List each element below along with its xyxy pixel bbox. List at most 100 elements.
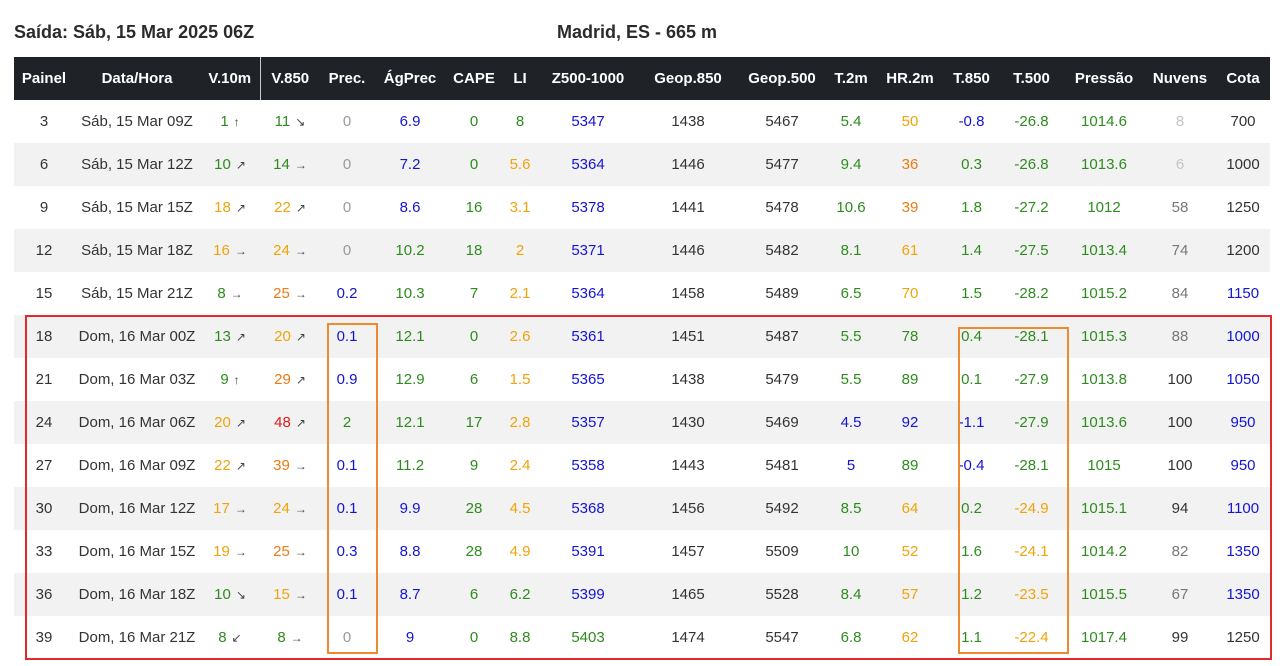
col-geop500[interactable]: Geop.500 (738, 57, 826, 100)
prec-value: 0.1 (336, 457, 358, 474)
col-t2m[interactable]: T.2m (826, 57, 876, 100)
table-row[interactable]: 15 Sáb, 15 Mar 21Z 8 → 25 → 0.2 10.3 7 2.1 5364 145… (14, 272, 1270, 315)
col-geop850[interactable]: Geop.850 (638, 57, 738, 100)
cell-hr: 70 (876, 272, 944, 315)
table-row[interactable]: 33 Dom, 16 Mar 15Z 19 → 25 → 0.3 8.8 28 4.9 5391 14… (14, 530, 1270, 573)
col-data-hora[interactable]: Data/Hora (74, 57, 200, 100)
table-row[interactable]: 30 Dom, 16 Mar 12Z 17 → 24 → 0.1 9.9 28 4.5 5368 14… (14, 487, 1270, 530)
cell-geop850: 1446 (638, 229, 738, 272)
cell-hr: 64 (876, 487, 944, 530)
col-agprec[interactable]: ÁgPrec (374, 57, 446, 100)
wind-direction-arrow-icon: → (294, 287, 307, 301)
col-t850[interactable]: T.850 (944, 57, 999, 100)
wind-direction-arrow-icon: ↑ (233, 115, 240, 129)
li-value: 2 (515, 242, 525, 259)
cell-z500: 5371 (538, 229, 638, 272)
cell-v10: 8 → (200, 272, 260, 315)
data-value: Sáb, 15 Mar 15Z (81, 199, 193, 216)
col-li[interactable]: LI (502, 57, 538, 100)
cell-agprec: 10.2 (374, 229, 446, 272)
wind-direction-arrow-icon: → (234, 502, 247, 516)
pressao-value: 1015.5 (1081, 586, 1127, 603)
painel-value: 30 (35, 500, 53, 517)
prec-value: 2 (342, 414, 352, 431)
cell-pressao: 1017.4 (1064, 616, 1144, 659)
hr-value: 92 (901, 414, 919, 431)
table-row[interactable]: 3 Sáb, 15 Mar 09Z 1 ↑ 11 ↘ 0 6.9 0 8 5347 1438 5467 5… (14, 100, 1270, 143)
nuvens-value: 82 (1171, 543, 1189, 560)
agprec-value: 9 (405, 629, 415, 646)
cell-geop500: 5478 (738, 186, 826, 229)
wind-direction-arrow-icon: ↑ (233, 373, 240, 387)
cell-z500: 5357 (538, 401, 638, 444)
col-v10m[interactable]: V.10m (200, 57, 260, 100)
col-z500-1000[interactable]: Z500-1000 (538, 57, 638, 100)
painel-value: 33 (35, 543, 53, 560)
location-title: Madrid, ES - 665 m (557, 22, 718, 42)
agprec-value: 12.1 (395, 414, 425, 431)
v850-value: 29 (274, 371, 291, 388)
v850-value: 22 (274, 199, 291, 216)
cape-value: 16 (465, 199, 483, 216)
cell-pressao: 1013.6 (1064, 401, 1144, 444)
table-row[interactable]: 36 Dom, 16 Mar 18Z 10 ↘ 15 → 0.1 8.7 6 6.2 5399 146… (14, 573, 1270, 616)
v10-value: 8 (218, 629, 227, 646)
cell-li: 3.1 (502, 186, 538, 229)
t850-value: -0.8 (958, 113, 985, 130)
agprec-value: 10.3 (395, 285, 425, 302)
table-row[interactable]: 9 Sáb, 15 Mar 15Z 18 ↗ 22 ↗ 0 8.6 16 3.1 5378 1441 5… (14, 186, 1270, 229)
cell-li: 6.2 (502, 573, 538, 616)
nuvens-value: 67 (1171, 586, 1189, 603)
cape-value: 0 (469, 156, 479, 173)
cell-geop500: 5479 (738, 358, 826, 401)
cell-data: Dom, 16 Mar 21Z (74, 616, 200, 659)
col-cape[interactable]: CAPE (446, 57, 502, 100)
col-prec[interactable]: Prec. (320, 57, 374, 100)
table-row[interactable]: 18 Dom, 16 Mar 00Z 13 ↗ 20 ↗ 0.1 12.1 0 2.6 5361 14… (14, 315, 1270, 358)
li-value: 5.6 (509, 156, 531, 173)
geop850-value: 1438 (671, 371, 705, 388)
cell-v850: 25 → (260, 272, 320, 315)
li-value: 4.9 (509, 543, 531, 560)
col-hr2m[interactable]: HR.2m (876, 57, 944, 100)
cell-t2m: 5 (826, 444, 876, 487)
painel-value: 15 (35, 285, 53, 302)
pressao-value: 1015 (1087, 457, 1121, 474)
cell-v850: 24 → (260, 229, 320, 272)
col-cota[interactable]: Cota (1216, 57, 1270, 100)
prec-value: 0 (342, 113, 352, 130)
cell-cape: 28 (446, 530, 502, 573)
table-row[interactable]: 12 Sáb, 15 Mar 18Z 16 → 24 → 0 10.2 18 2 5371 1446 5… (14, 229, 1270, 272)
agprec-value: 8.7 (399, 586, 421, 603)
agprec-value: 12.9 (395, 371, 425, 388)
table-header-row: Painel Data/Hora V.10m V.850 Prec. ÁgPre… (14, 57, 1270, 100)
cape-value: 9 (469, 457, 479, 474)
cell-cota: 1050 (1216, 358, 1270, 401)
table-row[interactable]: 21 Dom, 16 Mar 03Z 9 ↑ 29 ↗ 0.9 12.9 6 1.5 5365 143… (14, 358, 1270, 401)
col-pressao[interactable]: Pressão (1064, 57, 1144, 100)
table-row[interactable]: 6 Sáb, 15 Mar 12Z 10 ↗ 14 → 0 7.2 0 5.6 5364 1446 54… (14, 143, 1270, 186)
cell-nuvens: 67 (1144, 573, 1216, 616)
cell-t850: 0.3 (944, 143, 999, 186)
table-row[interactable]: 24 Dom, 16 Mar 06Z 20 ↗ 48 ↗ 2 12.1 17 2.8 5357 143… (14, 401, 1270, 444)
cota-value: 1250 (1226, 199, 1260, 216)
v850-value: 8 (277, 629, 286, 646)
col-v850[interactable]: V.850 (259, 57, 320, 100)
geop500-value: 5469 (765, 414, 799, 431)
col-t500[interactable]: T.500 (999, 57, 1064, 100)
cell-geop850: 1474 (638, 616, 738, 659)
wind-direction-arrow-icon: → (230, 287, 243, 301)
geop500-value: 5547 (765, 629, 799, 646)
col-painel[interactable]: Painel (14, 57, 74, 100)
pressao-value: 1015.2 (1081, 285, 1127, 302)
col-nuvens[interactable]: Nuvens (1144, 57, 1216, 100)
cell-pressao: 1015 (1064, 444, 1144, 487)
t850-value: -1.1 (958, 414, 985, 431)
cell-prec: 0.1 (320, 487, 374, 530)
cell-data: Sáb, 15 Mar 15Z (74, 186, 200, 229)
geop500-value: 5481 (765, 457, 799, 474)
wind-direction-arrow-icon: ↗ (235, 201, 246, 215)
cell-v10: 8 ↙ (200, 616, 260, 659)
table-row[interactable]: 39 Dom, 16 Mar 21Z 8 ↙ 8 → 0 9 0 8.8 5403 1474 5547 6… (14, 616, 1270, 659)
table-row[interactable]: 27 Dom, 16 Mar 09Z 22 ↗ 39 → 0.1 11.2 9 2.4 5358 14… (14, 444, 1270, 487)
